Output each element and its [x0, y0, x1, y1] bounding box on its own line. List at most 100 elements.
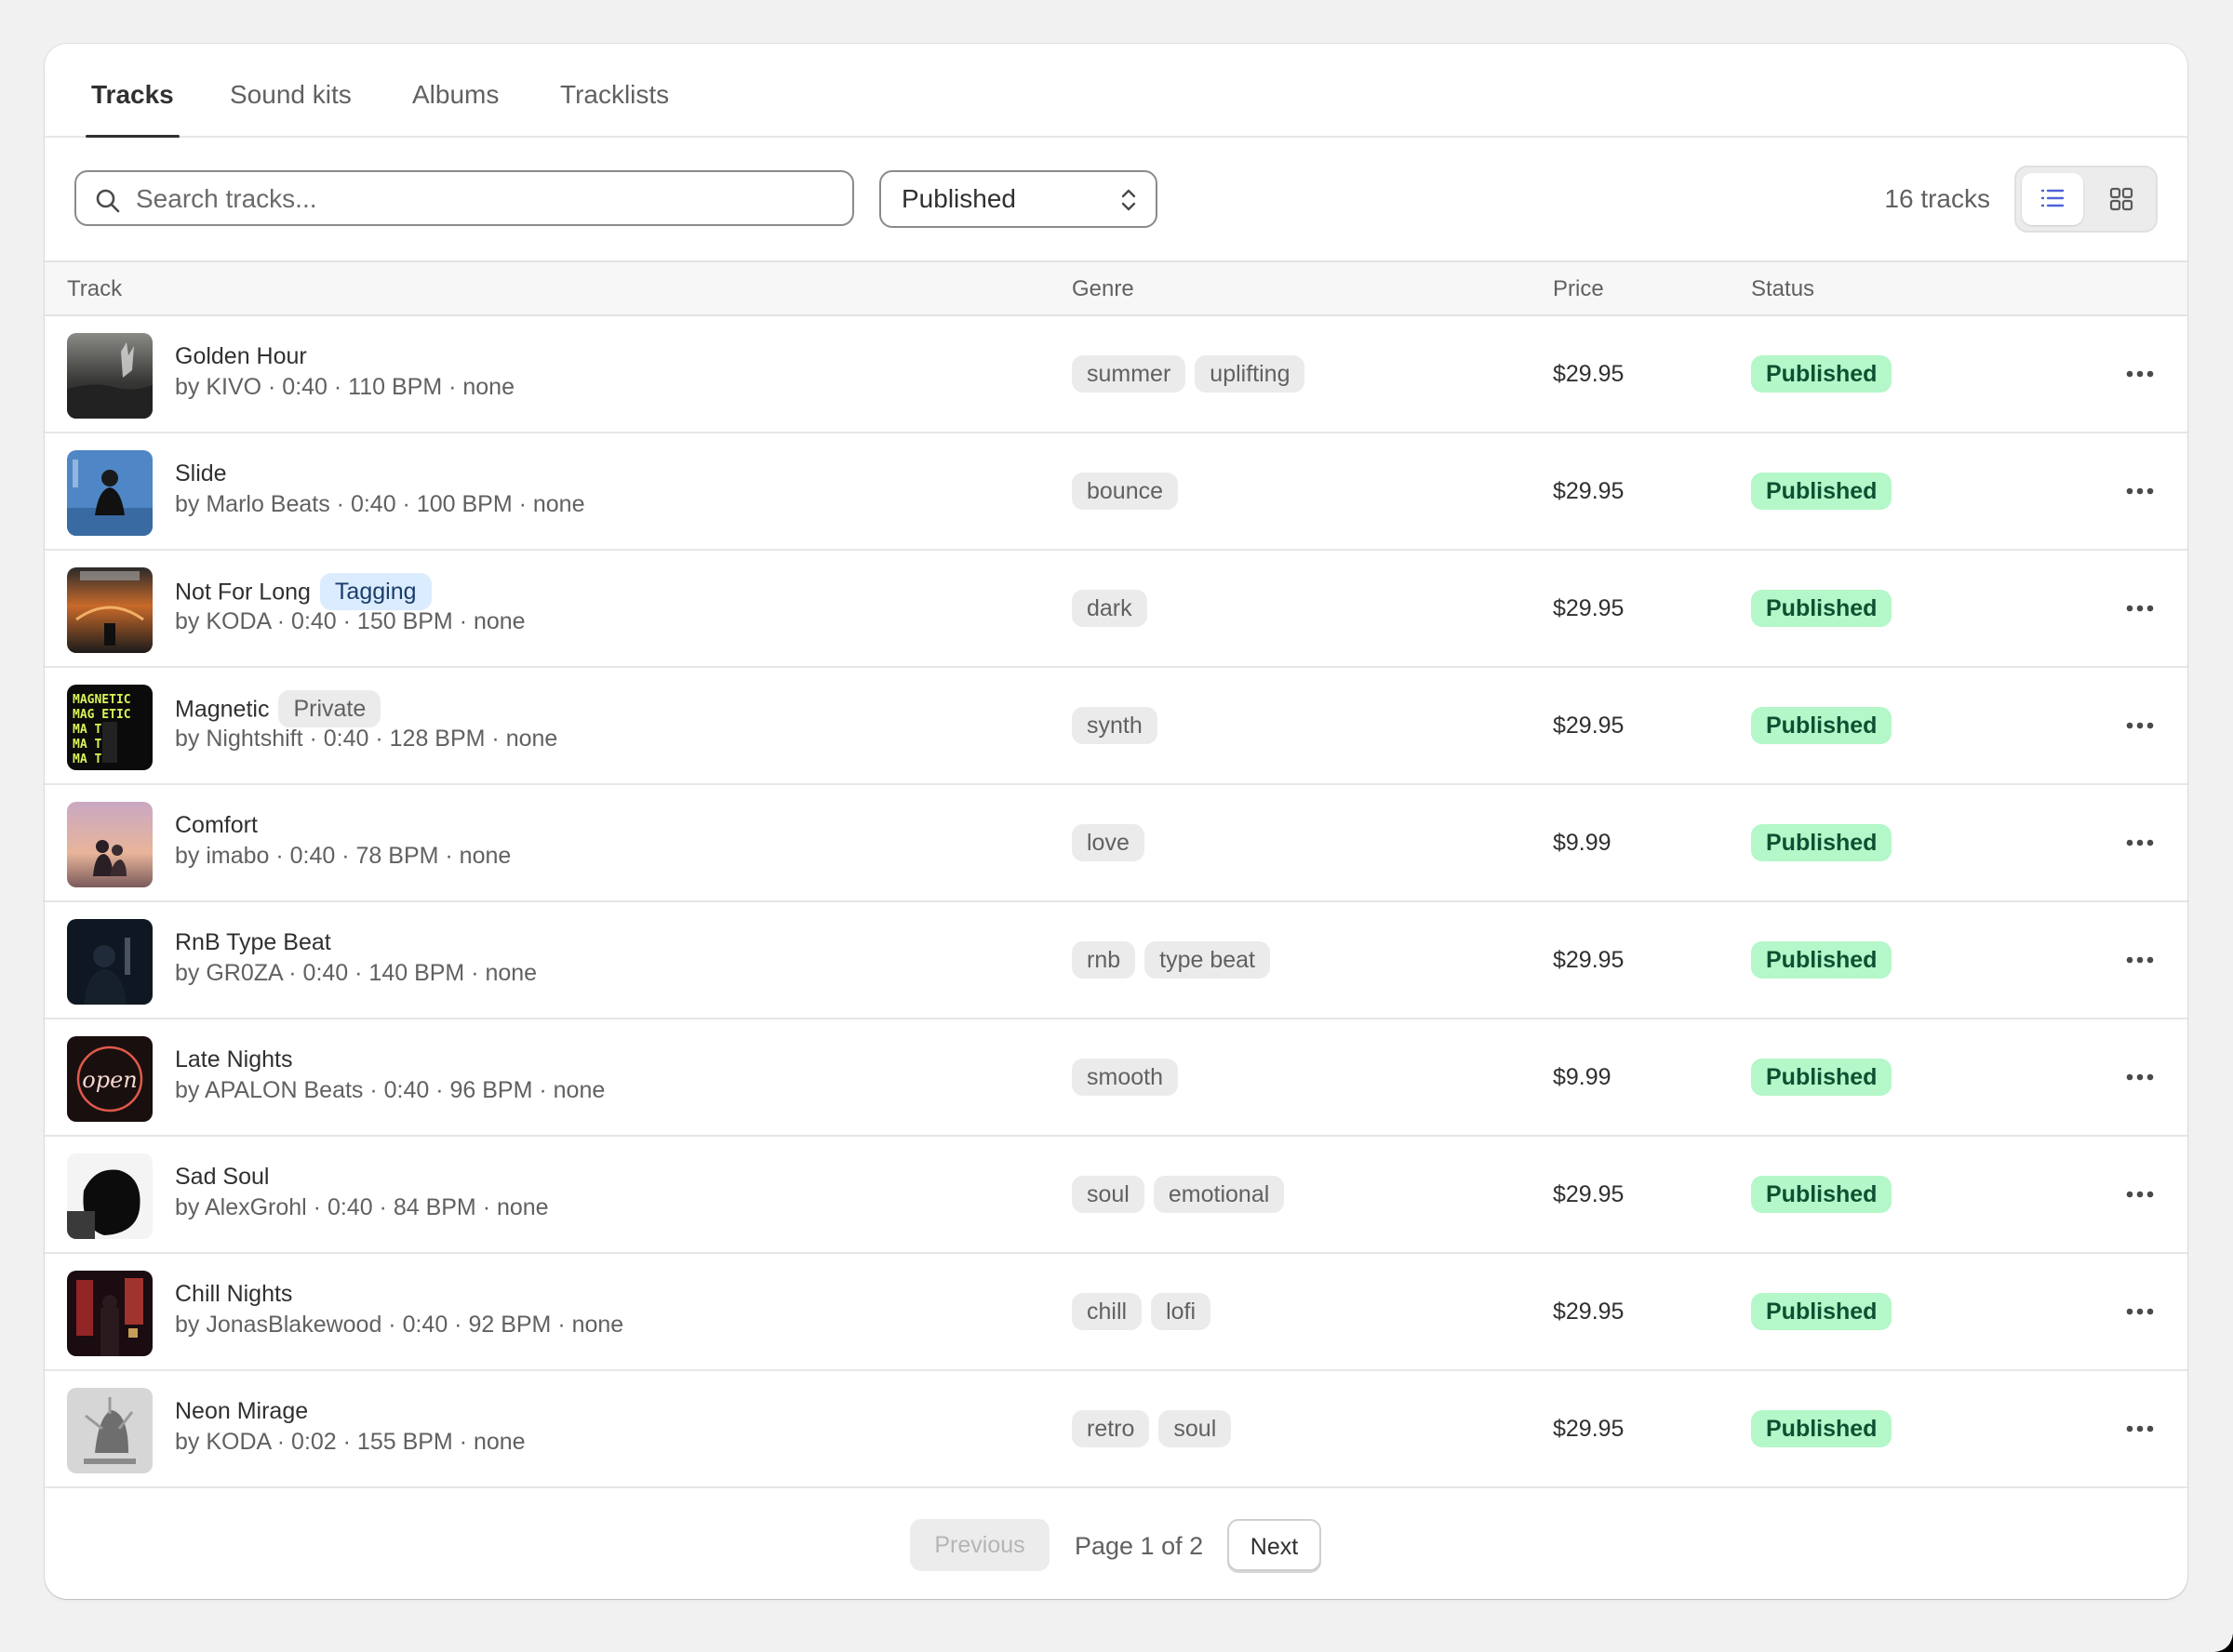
- table-row[interactable]: Neon Mirage by KODA · 0:02 · 155 BPM · no…: [45, 1371, 2187, 1488]
- more-actions-button[interactable]: [2122, 828, 2158, 858]
- status-badge: Published: [1751, 1176, 1892, 1213]
- ellipsis-icon: [2122, 487, 2158, 510]
- table-row[interactable]: Golden Hour by KIVO · 0:40 · 110 BPM · no…: [45, 316, 2187, 433]
- more-actions-button[interactable]: [2122, 1297, 2158, 1326]
- grid-icon: [2109, 187, 2133, 211]
- status-filter-select[interactable]: Published: [879, 170, 1157, 228]
- track-price: $29.95: [1553, 1299, 1625, 1325]
- next-page-button[interactable]: Next: [1227, 1519, 1321, 1571]
- track-price: $29.95: [1553, 478, 1625, 504]
- track-title[interactable]: RnB Type Beat: [175, 929, 331, 955]
- track-price: $29.95: [1553, 713, 1625, 739]
- track-title[interactable]: Golden Hour: [175, 343, 307, 369]
- genre-tags: dark: [1072, 590, 1157, 627]
- more-actions-button[interactable]: [2122, 711, 2158, 740]
- cover-art-image: [67, 567, 153, 653]
- track-title[interactable]: Comfort: [175, 812, 258, 838]
- ellipsis-icon: [2122, 1425, 2158, 1447]
- track-title[interactable]: Magnetic: [175, 697, 269, 723]
- track-title-line: Late Nights: [175, 1044, 292, 1075]
- track-meta: by Marlo Beats · 0:40 · 100 BPM · none: [175, 491, 585, 517]
- genre-tags: synth: [1072, 707, 1167, 744]
- genre-tag: smooth: [1072, 1059, 1178, 1096]
- ellipsis-icon: [2122, 370, 2158, 393]
- chevron-updown-icon: [1121, 189, 1136, 211]
- more-actions-button[interactable]: [2122, 1062, 2158, 1092]
- more-actions-button[interactable]: [2122, 945, 2158, 975]
- ellipsis-icon: [2122, 605, 2158, 627]
- track-title[interactable]: Neon Mirage: [175, 1398, 308, 1424]
- ellipsis-icon: [2122, 1073, 2158, 1096]
- table-row[interactable]: RnB Type Beat by GR0ZA · 0:40 · 140 BPM ·…: [45, 902, 2187, 1019]
- list-view-button[interactable]: [2022, 173, 2083, 225]
- track-title-line: Neon Mirage: [175, 1395, 308, 1427]
- status-filter-value: Published: [902, 184, 1016, 213]
- track-title[interactable]: Not For Long: [175, 580, 311, 606]
- genre-tags: soul emotional: [1072, 1176, 1293, 1213]
- track-meta: by APALON Beats · 0:40 · 96 BPM · none: [175, 1077, 606, 1103]
- view-toggle: [2014, 166, 2158, 233]
- more-actions-button[interactable]: [2122, 476, 2158, 506]
- cover-art-image: [67, 450, 153, 536]
- genre-tags: love: [1072, 824, 1154, 861]
- ellipsis-icon: [2122, 1308, 2158, 1330]
- track-meta: by KODA · 0:40 · 150 BPM · none: [175, 608, 526, 634]
- tab-tracks[interactable]: Tracks: [86, 44, 180, 138]
- track-title[interactable]: Sad Soul: [175, 1164, 269, 1190]
- table-row[interactable]: Comfort by imabo · 0:40 · 78 BPM · none lo…: [45, 785, 2187, 902]
- tab-tracklists[interactable]: Tracklists: [560, 44, 669, 136]
- track-title-line: Comfort: [175, 809, 258, 841]
- more-actions-button[interactable]: [2122, 359, 2158, 389]
- track-price: $29.95: [1553, 595, 1625, 621]
- column-header-genre[interactable]: Genre: [1072, 262, 1134, 316]
- tab-sound-kits[interactable]: Sound kits: [230, 44, 352, 136]
- cover-art-image: open: [67, 1036, 153, 1122]
- genre-tags: summer uplifting: [1072, 355, 1314, 393]
- more-actions-button[interactable]: [2122, 593, 2158, 623]
- track-title[interactable]: Late Nights: [175, 1046, 292, 1072]
- table-row[interactable]: Not For Long Tagging by KODA · 0:40 · 150 …: [45, 551, 2187, 668]
- search-input[interactable]: [134, 172, 826, 226]
- page-indicator: Page 1 of 2: [1075, 1532, 1204, 1560]
- search-field[interactable]: [74, 170, 854, 226]
- status-badge: Published: [1751, 941, 1892, 979]
- cover-art-image: [67, 802, 153, 887]
- ellipsis-icon: [2122, 956, 2158, 979]
- genre-tags: retro soul: [1072, 1410, 1240, 1447]
- track-title-line: Chill Nights: [175, 1278, 292, 1310]
- table-row[interactable]: Sad Soul by AlexGrohl · 0:40 · 84 BPM · n…: [45, 1137, 2187, 1254]
- tab-bar: Tracks Sound kits Albums Tracklists: [45, 44, 2187, 138]
- cover-art-image: [67, 1388, 153, 1473]
- table-row[interactable]: Chill Nights by JonasBlakewood · 0:40 · 9…: [45, 1254, 2187, 1371]
- track-meta: by Nightshift · 0:40 · 128 BPM · none: [175, 726, 558, 752]
- tracks-card: Tracks Sound kits Albums Tracklists Publ…: [45, 44, 2187, 1599]
- tab-albums[interactable]: Albums: [412, 44, 499, 136]
- track-title[interactable]: Chill Nights: [175, 1281, 292, 1307]
- svg-text:MAGNETIC: MAGNETIC: [73, 693, 131, 707]
- genre-tag: bounce: [1072, 473, 1179, 510]
- grid-view-button[interactable]: [2091, 173, 2152, 225]
- genre-tag: lofi: [1151, 1293, 1211, 1330]
- genre-tag: rnb: [1072, 941, 1136, 979]
- track-price: $29.95: [1553, 947, 1625, 973]
- genre-tags: rnb type beat: [1072, 941, 1279, 979]
- table-row[interactable]: open Late Nights by APALON Beats · 0:40 · …: [45, 1019, 2187, 1137]
- column-header-track[interactable]: Track: [67, 262, 122, 316]
- table-row[interactable]: MAGNETIC MAG ETIC MA TIC MA TIC MA TIC Magnet…: [45, 668, 2187, 785]
- previous-page-button[interactable]: Previous: [910, 1519, 1050, 1571]
- status-badge: Published: [1751, 355, 1892, 393]
- track-price: $9.99: [1553, 1064, 1611, 1090]
- genre-tags: smooth: [1072, 1059, 1187, 1096]
- more-actions-button[interactable]: [2122, 1179, 2158, 1209]
- svg-text:MAG ETIC: MAG ETIC: [73, 708, 131, 722]
- table-row[interactable]: Slide by Marlo Beats · 0:40 · 100 BPM · n…: [45, 433, 2187, 551]
- status-badge: Published: [1751, 707, 1892, 744]
- track-title[interactable]: Slide: [175, 460, 227, 486]
- column-header-price[interactable]: Price: [1553, 262, 1604, 316]
- ellipsis-icon: [2122, 722, 2158, 744]
- status-badge: Published: [1751, 1059, 1892, 1096]
- column-header-status[interactable]: Status: [1751, 262, 1814, 316]
- status-badge: Published: [1751, 473, 1892, 510]
- track-title-line: Golden Hour: [175, 340, 307, 372]
- more-actions-button[interactable]: [2122, 1414, 2158, 1444]
